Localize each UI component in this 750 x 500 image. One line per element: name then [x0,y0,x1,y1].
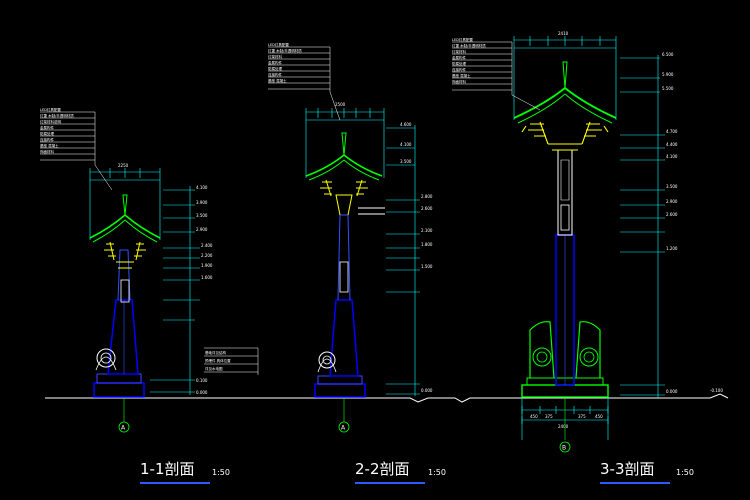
svg-text:2.800: 2.800 [421,194,433,199]
cad-drawing: 2250 4.100 3.900 3.500 2.900 2.400 2.200 1.9… [40,31,729,453]
svg-text:2.600: 2.600 [421,206,433,211]
svg-text:3.500: 3.500 [196,213,208,218]
svg-text:4.100: 4.100 [196,185,208,190]
svg-text:防腐处理: 防腐处理 [268,66,282,71]
s3-axis-label: B [562,445,566,452]
svg-text:0.100: 0.100 [196,378,208,383]
svg-text:375: 375 [578,414,586,419]
svg-text:金属构件: 金属构件 [268,60,282,65]
svg-text:饰面材料: 饰面材料 [40,149,54,154]
svg-text:2.100: 2.100 [421,228,433,233]
title-underline-1 [140,482,210,484]
svg-text:0.000: 0.000 [196,390,208,395]
svg-text:450: 450 [530,414,538,419]
svg-text:375: 375 [545,414,553,419]
svg-text:灯架材料: 灯架材料 [268,54,282,59]
title-underline-2 [355,482,425,484]
title-underline-3 [600,482,670,484]
s1-axis-label: A [121,425,126,432]
svg-text:金属构件: 金属构件 [452,55,466,60]
svg-text:灯架材料说明: 灯架材料说明 [40,119,61,124]
svg-text:1.200: 1.200 [666,246,678,251]
svg-text:连接构件: 连接构件 [40,137,54,142]
svg-text:预埋件 具体位置: 预埋件 具体位置 [205,358,231,363]
section-3-3: 2410 6.500 5.900 5.500 4.700 4.400 4.100 3.5… [452,31,723,453]
svg-text:2.400: 2.400 [201,243,213,248]
section-scale-2: 1:50 [428,468,446,477]
svg-text:4.100: 4.100 [400,142,412,147]
s3-top-total-text: 2410 [558,31,569,36]
svg-text:2.900: 2.900 [666,199,678,204]
svg-text:灯罩 木制/半透明材质: 灯罩 木制/半透明材质 [452,43,486,48]
svg-text:3.500: 3.500 [400,159,412,164]
svg-text:450: 450 [595,414,603,419]
svg-text:1.500: 1.500 [421,264,433,269]
svg-text:详见水电图: 详见水电图 [205,366,223,371]
s2-axis-label: A [341,425,346,432]
svg-text:1.800: 1.800 [421,242,433,247]
section-scale-1: 1:50 [212,468,230,477]
svg-text:LED灯具配置: LED灯具配置 [452,37,473,42]
s1-top-total-text: 2250 [118,163,129,168]
svg-text:基座 混凝土: 基座 混凝土 [40,143,59,148]
svg-text:1.600: 1.600 [201,275,213,280]
svg-text:防腐处理: 防腐处理 [40,131,54,136]
svg-text:连接构件: 连接构件 [268,72,282,77]
svg-text:2.900: 2.900 [196,227,208,232]
svg-text:-0.100: -0.100 [710,388,723,393]
svg-text:基座 混凝土: 基座 混凝土 [268,78,287,83]
svg-text:连接构件: 连接构件 [452,67,466,72]
section-title-2: 2-2剖面 [355,460,410,478]
section-2-2: 2500 4.600 4.100 3.500 2.800 2.600 2.100 1.8… [268,42,433,433]
svg-text:4.600: 4.600 [400,122,412,127]
svg-text:4.700: 4.700 [666,129,678,134]
svg-text:0.000: 0.000 [421,388,433,393]
svg-text:2.600: 2.600 [666,212,678,217]
svg-text:灯架材料: 灯架材料 [452,49,466,54]
svg-text:0.000: 0.000 [666,389,678,394]
svg-text:基座 混凝土: 基座 混凝土 [452,73,471,78]
svg-text:基础详见结构: 基础详见结构 [205,350,226,355]
section-1-1: 2250 4.100 3.900 3.500 2.900 2.400 2.200 1.9… [40,107,259,433]
svg-text:灯罩 木制/半透明材质: 灯罩 木制/半透明材质 [40,113,74,118]
section-title-1: 1-1剖面 [140,460,195,478]
section-scale-3: 1:50 [676,468,694,477]
s3-bottom-total-text: 2400 [558,424,569,429]
svg-text:5.900: 5.900 [662,72,674,77]
svg-text:6.500: 6.500 [662,52,674,57]
svg-text:5.500: 5.500 [662,86,674,91]
svg-text:饰面材料: 饰面材料 [452,79,466,84]
svg-text:1.900: 1.900 [201,263,213,268]
svg-text:3.900: 3.900 [196,200,208,205]
svg-text:LED灯具配置: LED灯具配置 [40,107,61,112]
s2-top-total-text: 2500 [335,102,346,107]
svg-text:4.400: 4.400 [666,142,678,147]
section-title-3: 3-3剖面 [600,460,655,478]
svg-text:2.200: 2.200 [201,253,213,258]
svg-text:防腐处理: 防腐处理 [452,61,466,66]
svg-text:4.100: 4.100 [666,154,678,159]
svg-text:金属构件: 金属构件 [40,125,54,130]
svg-text:3.500: 3.500 [666,184,678,189]
svg-text:LED灯具配置: LED灯具配置 [268,42,289,47]
svg-text:灯罩 木制/半透明材质: 灯罩 木制/半透明材质 [268,48,302,53]
